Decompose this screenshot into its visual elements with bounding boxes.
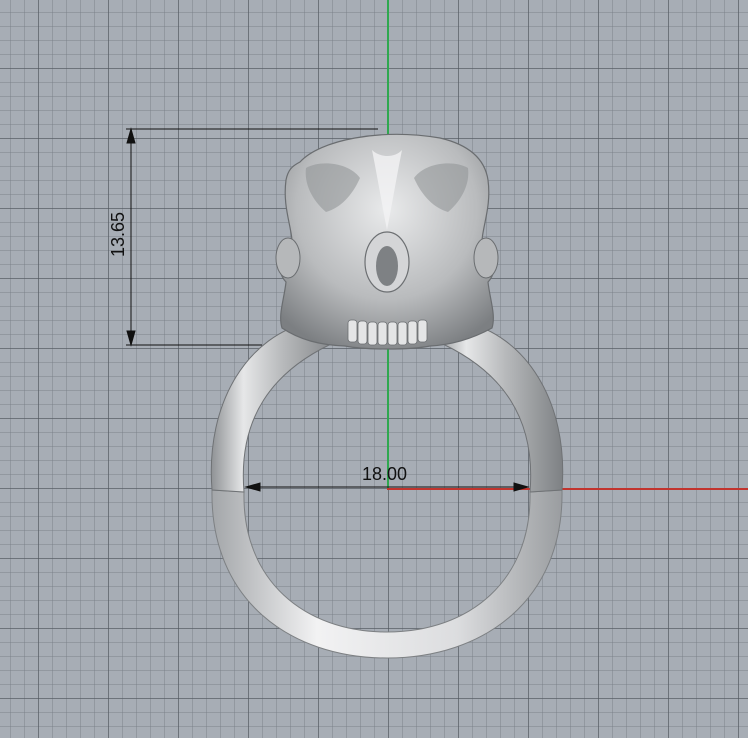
nasal-opening	[376, 246, 398, 286]
ring-shank-right	[432, 321, 564, 493]
viewport-top[interactable]: 18.00 13.65	[0, 0, 748, 738]
ring-shank-left	[210, 321, 342, 493]
dimension-height-label: 13.65	[108, 211, 129, 258]
skull-ring-model-icon[interactable]	[0, 0, 748, 738]
skull-bump-left	[275, 237, 301, 279]
ring-band-lower	[211, 489, 563, 659]
skull-bump-right	[473, 237, 499, 279]
dimension-width-label: 18.00	[362, 464, 408, 484]
